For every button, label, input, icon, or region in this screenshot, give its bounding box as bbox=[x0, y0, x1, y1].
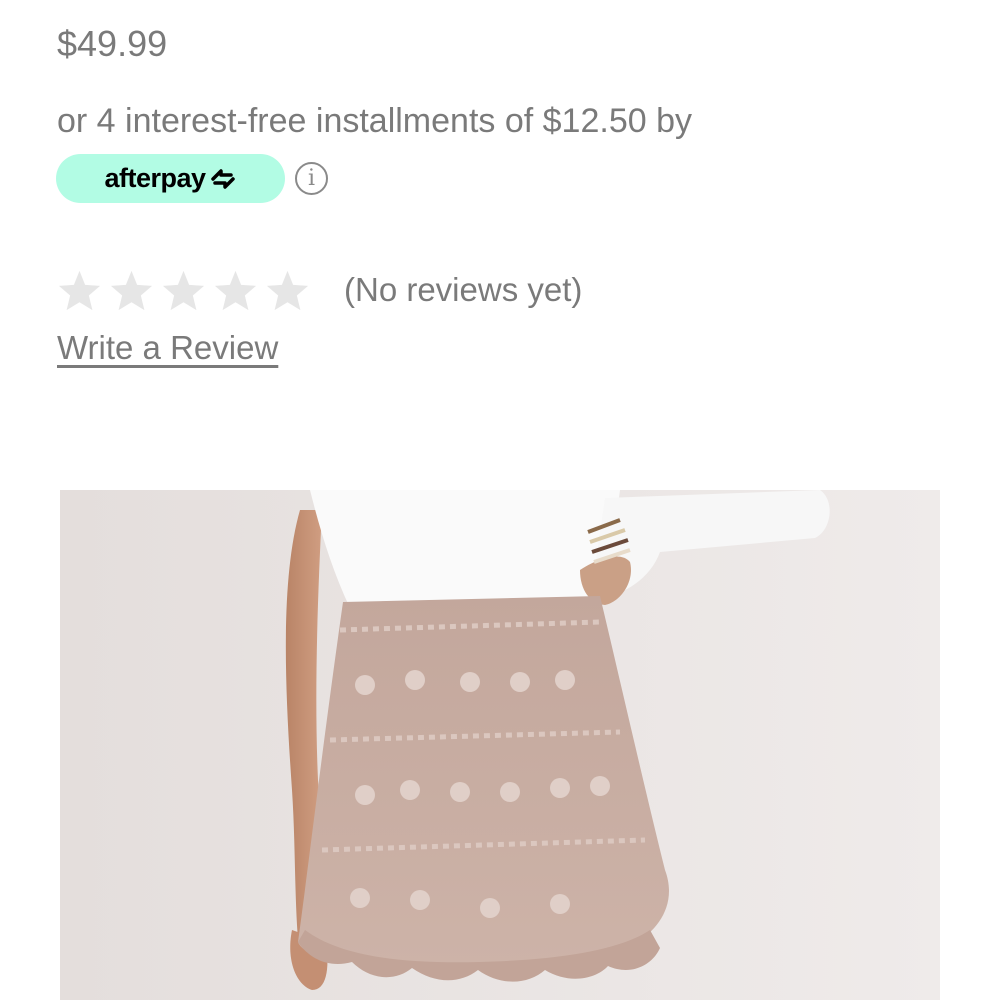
info-glyph: i bbox=[307, 166, 316, 191]
product-price: $49.99 bbox=[57, 23, 168, 64]
star-rating[interactable] bbox=[57, 269, 310, 312]
star-icon[interactable] bbox=[57, 269, 102, 312]
star-icon[interactable] bbox=[213, 269, 258, 312]
star-icon[interactable] bbox=[265, 269, 310, 312]
afterpay-installments-text: or 4 interest-free installments of $12.5… bbox=[57, 102, 692, 140]
star-icon[interactable] bbox=[109, 269, 154, 312]
info-icon[interactable]: i bbox=[295, 162, 328, 195]
afterpay-logo-icon bbox=[209, 166, 237, 192]
product-detail-page: $49.99 or 4 interest-free installments o… bbox=[0, 0, 1000, 1000]
product-photo[interactable] bbox=[60, 490, 940, 1000]
afterpay-row: afterpay i bbox=[56, 154, 328, 203]
afterpay-badge[interactable]: afterpay bbox=[56, 154, 285, 203]
no-reviews-text: (No reviews yet) bbox=[344, 271, 583, 308]
star-icon[interactable] bbox=[161, 269, 206, 312]
rating-row: (No reviews yet) bbox=[57, 268, 582, 312]
write-review-link[interactable]: Write a Review bbox=[57, 327, 278, 369]
afterpay-brand-label: afterpay bbox=[104, 163, 206, 193]
